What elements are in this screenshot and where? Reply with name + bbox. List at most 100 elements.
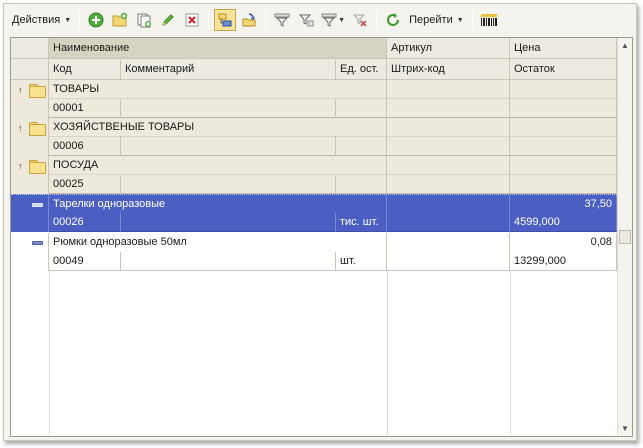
table-row-selected[interactable]: Тарелки одноразовые 37,50 00026 тис. шт.…	[11, 194, 617, 232]
header-unit[interactable]: Ед. ост.	[336, 59, 387, 80]
row-price	[510, 156, 617, 175]
edit-icon	[162, 14, 174, 26]
row-marker[interactable]: ↑	[11, 118, 49, 137]
header-name[interactable]: Наименование	[49, 38, 387, 59]
clear-filter-button[interactable]	[349, 9, 371, 31]
row-article	[387, 156, 510, 175]
move-to-folder-button[interactable]	[238, 9, 260, 31]
scrollbar-thumb[interactable]	[619, 230, 631, 244]
header-barcode[interactable]: Штрих-код	[387, 59, 510, 80]
row-balance: 4599,000	[510, 213, 617, 232]
delete-icon	[185, 13, 199, 27]
row-marker[interactable]: ↑	[11, 156, 49, 175]
header-article[interactable]: Артикул	[387, 38, 510, 59]
row-barcode	[387, 213, 510, 232]
header-mark-column	[11, 38, 49, 59]
row-balance	[510, 99, 617, 118]
row-marker-blank	[11, 99, 49, 118]
table-row[interactable]: ↑ ХОЗЯЙСТВЕНЫЕ ТОВАРЫ 00006	[11, 118, 617, 156]
header-code[interactable]: Код	[49, 59, 121, 80]
filter-button[interactable]	[271, 9, 293, 31]
add-folder-icon	[112, 12, 128, 27]
header-comment[interactable]: Комментарий	[121, 59, 336, 80]
expand-arrow-icon[interactable]: ↑	[18, 85, 26, 95]
copy-button[interactable]	[133, 9, 155, 31]
row-price: 37,50	[510, 195, 617, 214]
row-marker[interactable]	[11, 233, 49, 252]
row-marker[interactable]	[11, 195, 49, 214]
row-comment	[121, 137, 336, 156]
header-balance[interactable]: Остаток	[510, 59, 617, 80]
row-marker-blank	[11, 137, 49, 156]
table-row[interactable]: ↑ ТОВАРЫ 00001	[11, 80, 617, 118]
chevron-down-icon: ▼	[338, 16, 346, 24]
table-row[interactable]: ↑ ПОСУДА 00025	[11, 156, 617, 194]
goto-menu-label: Перейти	[409, 14, 453, 26]
scroll-down-icon[interactable]: ▼	[618, 421, 632, 436]
row-name: Тарелки одноразовые	[49, 195, 387, 214]
row-code: 00001	[49, 99, 121, 118]
refresh-icon	[387, 13, 400, 26]
row-unit: тис. шт.	[336, 213, 387, 232]
row-price	[510, 118, 617, 137]
row-marker-blank	[11, 252, 49, 271]
hierarchy-view-button[interactable]	[214, 9, 237, 31]
row-name: Рюмки одноразовые 50мл	[49, 233, 387, 252]
row-unit	[336, 137, 387, 156]
row-marker[interactable]: ↑	[11, 80, 49, 99]
barcode-button[interactable]	[478, 9, 500, 31]
row-name: ТОВАРЫ	[49, 80, 387, 99]
edit-button[interactable]	[157, 9, 179, 31]
row-code: 00025	[49, 175, 121, 194]
chevron-down-icon: ▼	[64, 16, 72, 24]
row-marker-blank	[11, 175, 49, 194]
header-price[interactable]: Цена	[510, 38, 617, 59]
catalog-table[interactable]: Наименование Артикул Цена Код Комментари…	[10, 37, 633, 437]
filter-by-value-button[interactable]	[295, 9, 317, 31]
toolbar-separator	[208, 11, 210, 29]
row-comment	[121, 252, 336, 271]
item-icon	[32, 240, 43, 245]
toolbar: Действия ▼ ▼ Перейти ▼	[8, 8, 632, 32]
expand-arrow-icon[interactable]: ↑	[18, 123, 26, 133]
row-name: ПОСУДА	[49, 156, 387, 175]
row-marker-blank	[11, 213, 49, 232]
filter-list-icon	[321, 13, 337, 27]
vertical-scrollbar[interactable]: ▲ ▼	[617, 38, 632, 436]
barcode-icon	[480, 14, 497, 26]
hierarchy-icon	[218, 13, 232, 27]
toolbar-separator	[471, 11, 473, 29]
folder-icon	[29, 159, 46, 174]
folder-icon	[29, 83, 46, 98]
refresh-button[interactable]	[382, 9, 404, 31]
row-comment	[121, 213, 336, 232]
row-article	[387, 80, 510, 99]
filter-by-value-icon	[298, 14, 314, 27]
filter-icon	[274, 13, 290, 27]
folder-icon	[29, 121, 46, 136]
row-unit: шт.	[336, 252, 387, 271]
delete-button[interactable]	[181, 9, 203, 31]
row-barcode	[387, 252, 510, 271]
scroll-up-icon[interactable]: ▲	[618, 38, 632, 53]
catalog-window: Действия ▼ ▼ Перейти ▼ Наименование Арти…	[3, 3, 637, 441]
row-name: ХОЗЯЙСТВЕНЫЕ ТОВАРЫ	[49, 118, 387, 137]
row-article	[387, 118, 510, 137]
row-balance: 13299,000	[510, 252, 617, 271]
row-balance	[510, 137, 617, 156]
add-folder-button[interactable]	[109, 9, 131, 31]
add-button[interactable]	[85, 9, 107, 31]
row-code: 00049	[49, 252, 121, 271]
toolbar-separator	[79, 11, 81, 29]
actions-menu[interactable]: Действия ▼	[8, 9, 75, 31]
row-balance	[510, 175, 617, 194]
goto-menu[interactable]: Перейти ▼	[405, 9, 468, 31]
row-code: 00026	[49, 213, 121, 232]
row-price	[510, 80, 617, 99]
toolbar-separator	[265, 11, 267, 29]
filter-list-button[interactable]: ▼	[319, 9, 347, 31]
chevron-down-icon: ▼	[456, 16, 464, 24]
expand-arrow-icon[interactable]: ↑	[18, 161, 26, 171]
table-row[interactable]: Рюмки одноразовые 50мл 0,08 00049 шт. 13…	[11, 233, 617, 271]
item-icon	[32, 202, 43, 207]
